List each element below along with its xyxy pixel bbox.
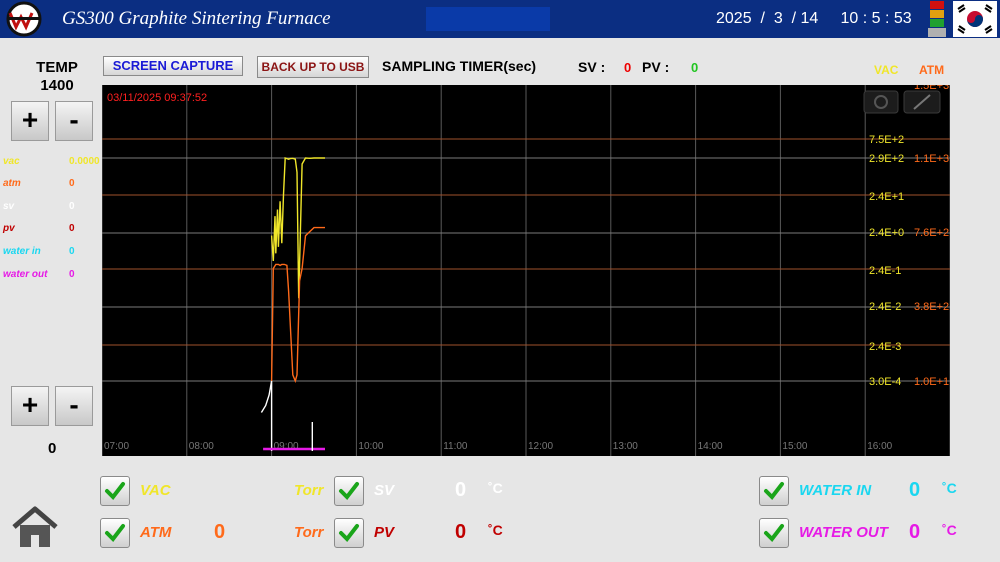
temp-value: 1400 [40,77,74,94]
pv-value: 0 [691,60,699,75]
x-tick-label: 16:00 [867,441,892,452]
scale-plus-button[interactable]: + [11,386,49,426]
water-out-unit: ˚C [942,522,957,538]
legend-value: 0 [69,246,75,257]
atm-unit: Torr [294,524,324,541]
clock: 2025 / 3 / 14 10 : 5 : 53 [716,10,912,27]
trend-chart-canvas: 03/11/2025 09:37:52 07:00 08:00 09:00 10:00 1… [102,85,950,456]
legend-value: 0 [69,269,75,280]
check-icon [764,482,784,501]
x-tick-label: 15:00 [782,441,807,452]
atm-tick-label: 1.0E+1 [914,376,949,388]
home-icon[interactable] [10,505,60,551]
company-logo [6,1,42,37]
screen-capture-button[interactable]: SCREEN CAPTURE [103,56,243,76]
sampling-timer-label: SAMPLING TIMER(sec) [382,58,537,74]
series-sv-line [260,380,273,451]
check-icon [764,524,784,543]
x-tick-label: 14:00 [698,441,723,452]
x-tick-label: 09:00 [274,441,299,452]
water-in-checkbox[interactable] [759,476,789,506]
atm-checkbox[interactable] [100,518,130,548]
scale-minus-button[interactable]: - [55,386,93,426]
temp-plus-button[interactable]: + [11,101,49,141]
legend-value: 0 [69,223,75,234]
legend-item: water out 0 [3,269,75,280]
x-tick-label: 13:00 [613,441,638,452]
x-tick-label: 12:00 [528,441,553,452]
chart-timestamp: 03/11/2025 09:37:52 [107,92,207,104]
vac-axis-title: VAC [874,63,899,77]
legend-item: water in 0 [3,246,75,257]
temp-label: TEMP [36,59,78,76]
legend-label: water out [3,269,48,280]
trend-chart: 03/11/2025 09:37:52 07:00 08:00 09:00 10:00 1… [102,85,950,456]
settings-button [863,90,899,114]
water-out-label: WATER OUT [799,524,888,541]
atm-label: ATM [140,524,172,541]
legend-value: 0 [69,201,75,212]
legend-item: pv 0 [3,223,75,234]
legend-label: vac [3,156,20,167]
sv-checkbox[interactable] [334,476,364,506]
check-icon [339,482,359,501]
vac-tick-label: 2.4E-1 [869,265,901,277]
sv-bottom-value: 0 [455,479,467,501]
vac-tick-label: 2.4E-3 [869,341,901,353]
title-bar: GS300 Graphite Sintering Furnace 2025 / … [0,0,1000,38]
legend-label: pv [3,223,15,234]
pv-unit: ˚C [488,522,503,538]
water-out-checkbox[interactable] [759,518,789,548]
pv-checkbox[interactable] [334,518,364,548]
legend-item: vac 0.0000 [3,156,100,167]
sv-value: 0 [624,60,632,75]
backup-usb-button[interactable]: BACK UP TO USB [257,56,369,78]
water-in-unit: ˚C [942,480,957,496]
pv-label: PV : [642,59,670,75]
x-tick-label: 11:00 [443,441,468,452]
water-in-value: 0 [909,479,921,501]
vac-label: VAC [140,482,171,499]
check-icon [105,524,125,543]
sv-label: SV : [578,59,606,75]
vac-tick-label: 2.4E+0 [869,227,904,239]
atm-tick-label: 7.6E+2 [914,227,949,239]
vac-tick-label: 2.9E+2 [869,153,904,165]
vac-tick-label: 2.4E+1 [869,191,904,203]
legend-label: sv [3,201,15,212]
app-title: GS300 Graphite Sintering Furnace [62,8,331,29]
legend-label: water in [3,246,41,257]
legend-item: sv 0 [3,201,75,212]
sv-bottom-label: SV [374,482,395,499]
water-in-label: WATER IN [799,482,872,499]
check-icon [105,482,125,501]
atm-axis-title: ATM [919,63,945,77]
legend-item: atm 0 [3,178,75,189]
water-out-value: 0 [909,521,921,543]
temp-minus-button[interactable]: - [55,101,93,141]
atm-tick-label: 3.8E+2 [914,301,949,313]
vac-unit: Torr [294,482,324,499]
vac-checkbox[interactable] [100,476,130,506]
signal-tower-icon [928,1,946,37]
atm-value: 0 [214,521,226,543]
scale-value: 0 [48,440,57,457]
atm-tick-label: 1.1E+3 [914,153,949,165]
x-tick-label: 08:00 [189,441,214,452]
x-tick-label: 07:00 [104,441,129,452]
title-panel [426,7,550,31]
sv-unit: ˚C [488,480,503,496]
korea-flag-icon [953,1,997,37]
legend-value: 0 [69,178,75,189]
vac-tick-label: 7.5E+2 [869,134,904,146]
pv-bottom-value: 0 [455,521,467,543]
vac-tick-label: 3.0E-4 [869,376,901,388]
legend-label: atm [3,178,21,189]
vac-tick-label: 2.4E-2 [869,301,901,313]
pv-bottom-label: PV [374,524,395,541]
check-icon [339,524,359,543]
legend-value: 0.0000 [69,156,100,167]
x-tick-label: 10:00 [358,441,383,452]
